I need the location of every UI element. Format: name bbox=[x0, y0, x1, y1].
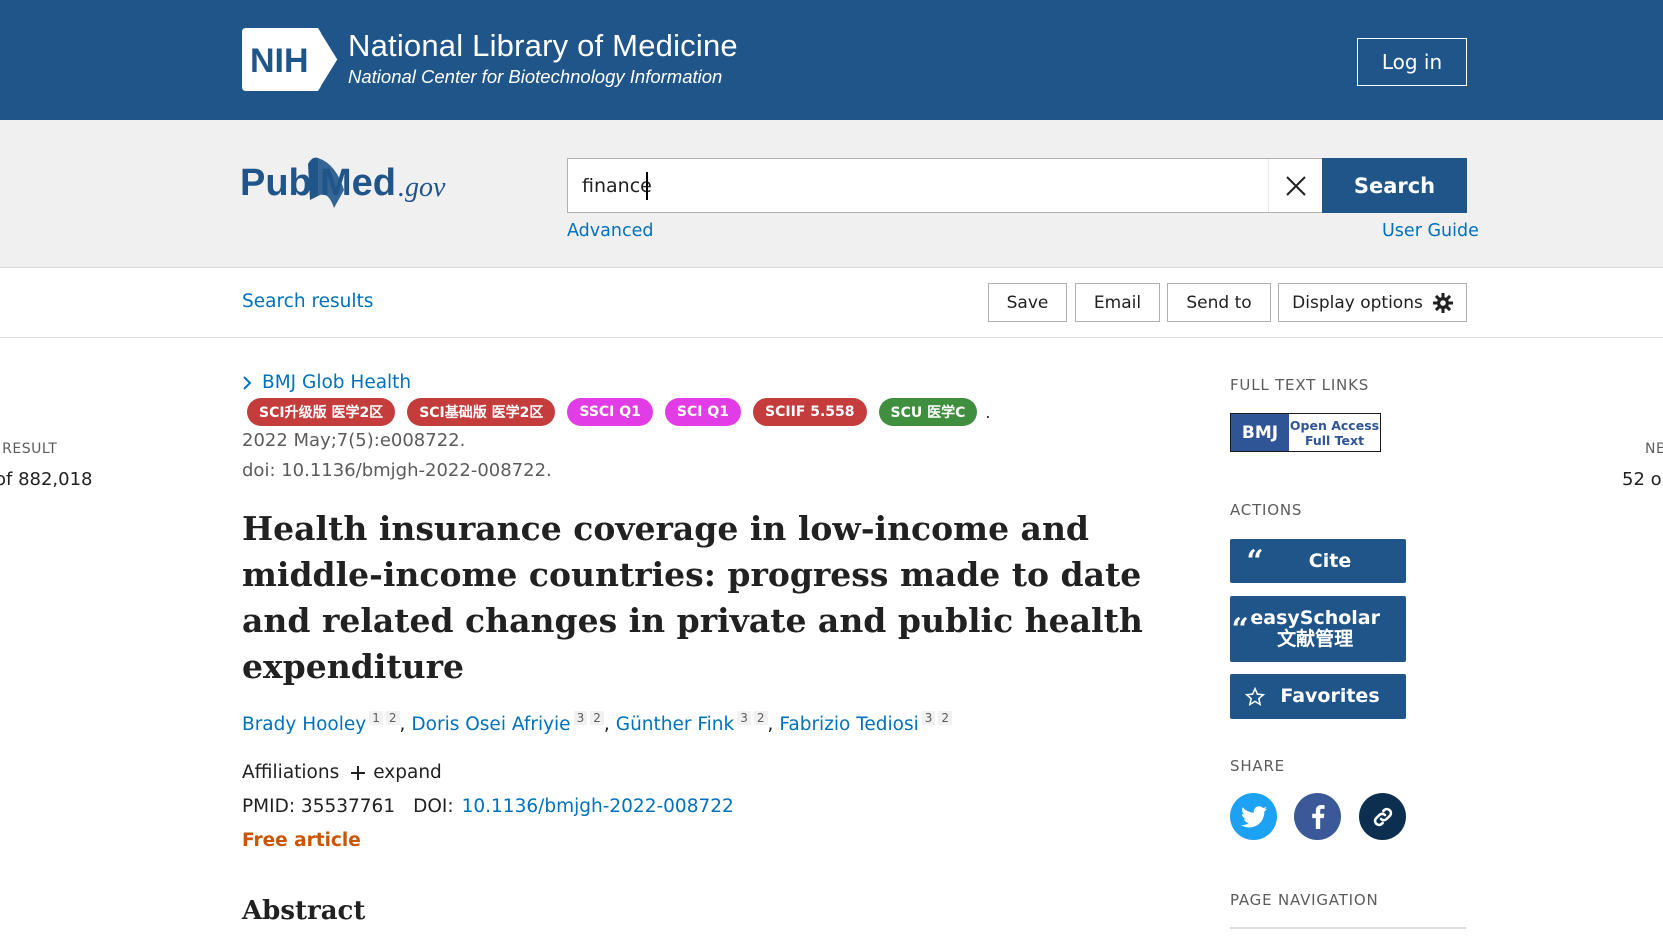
affiliation-ref[interactable]: 2 bbox=[753, 711, 768, 725]
page-navigation-divider bbox=[1230, 927, 1466, 929]
citation-doi: doi: 10.1136/bmjgh-2022-008722. bbox=[242, 460, 552, 481]
display-options-button[interactable]: Display options bbox=[1278, 283, 1467, 322]
affiliations-row: Affiliations expand bbox=[242, 762, 442, 783]
quote-icon: “ bbox=[1231, 611, 1249, 647]
login-button[interactable]: Log in bbox=[1357, 38, 1467, 86]
free-article-label: Free article bbox=[242, 830, 361, 851]
journal-name: BMJ Glob Health bbox=[262, 372, 412, 393]
twitter-share-button[interactable] bbox=[1230, 793, 1277, 840]
affiliation-ref[interactable]: 2 bbox=[938, 711, 953, 725]
send-to-button[interactable]: Send to bbox=[1167, 283, 1271, 322]
citation-text: 2022 May;7(5):e008722. bbox=[242, 430, 466, 451]
author-link[interactable]: Doris Osei Afriyie bbox=[411, 714, 570, 735]
bmj-open-access-text: Open Access bbox=[1289, 417, 1380, 433]
bmj-full-text-link[interactable]: BMJ Open Access Full Text bbox=[1230, 413, 1381, 452]
expand-label: expand bbox=[373, 762, 442, 783]
author-list: Brady Hooley 1 2 , Doris Osei Afriyie 3 … bbox=[242, 711, 953, 735]
badge-trailing-dot: . bbox=[985, 402, 991, 422]
affiliations-label: Affiliations bbox=[242, 762, 340, 783]
share-heading: SHARE bbox=[1230, 757, 1285, 775]
article-title: Health insurance coverage in low-income … bbox=[242, 509, 1143, 686]
nih-header: NIH National Library of Medicine Nationa… bbox=[0, 0, 1663, 120]
cite-button[interactable]: “ Cite bbox=[1230, 539, 1406, 583]
favorites-button[interactable]: Favorites bbox=[1230, 674, 1406, 719]
easyscholar-label: easyScholar 文献管理 bbox=[1250, 608, 1406, 650]
author-link[interactable]: Günther Fink bbox=[616, 714, 735, 735]
affiliation-ref[interactable]: 2 bbox=[385, 711, 400, 725]
easyscholar-line2: 文献管理 bbox=[1277, 628, 1354, 650]
affiliations-expand-button[interactable]: expand bbox=[351, 762, 442, 783]
page-navigation-heading: PAGE NAVIGATION bbox=[1230, 891, 1379, 909]
svg-text:NIH: NIH bbox=[250, 42, 309, 80]
facebook-icon bbox=[1311, 804, 1325, 829]
journal-link[interactable]: BMJ Glob Health bbox=[242, 372, 411, 393]
star-icon bbox=[1230, 686, 1280, 707]
affiliation-ref[interactable]: 3 bbox=[737, 711, 751, 725]
chevron-right-icon bbox=[243, 375, 252, 390]
advanced-search-link[interactable]: Advanced bbox=[567, 221, 653, 241]
badge-sci-basic[interactable]: SCI基础版 医学2区 bbox=[407, 398, 556, 426]
pubmed-logo[interactable]: Pub Med .gov bbox=[240, 150, 470, 220]
twitter-icon bbox=[1240, 805, 1267, 827]
prev-result-label[interactable]: / RESULT bbox=[0, 441, 57, 457]
author-separator: , bbox=[603, 714, 610, 735]
search-button[interactable]: Search bbox=[1322, 158, 1467, 213]
email-button[interactable]: Email bbox=[1075, 283, 1160, 322]
display-options-label: Display options bbox=[1292, 292, 1423, 313]
full-text-links-heading: FULL TEXT LINKS bbox=[1230, 376, 1370, 394]
plus-icon bbox=[351, 765, 366, 780]
badge-sciif[interactable]: SCIIF 5.558 bbox=[753, 398, 867, 426]
user-guide-link[interactable]: User Guide bbox=[1382, 221, 1479, 241]
author-link[interactable]: Brady Hooley bbox=[242, 714, 366, 735]
gear-icon bbox=[1432, 292, 1453, 313]
doi-link[interactable]: 10.1136/bmjgh-2022-008722 bbox=[462, 796, 734, 817]
nih-logo[interactable]: NIH bbox=[242, 28, 340, 91]
easyscholar-line1: easyScholar bbox=[1250, 607, 1380, 629]
permalink-share-button[interactable] bbox=[1359, 793, 1406, 840]
actions-heading: ACTIONS bbox=[1230, 501, 1303, 519]
favorites-label: Favorites bbox=[1280, 685, 1380, 707]
svg-text:Pub: Pub bbox=[240, 162, 312, 204]
save-button[interactable]: Save bbox=[988, 283, 1067, 322]
author-separator: , bbox=[399, 714, 406, 735]
affiliation-ref[interactable]: 2 bbox=[590, 711, 604, 725]
identifiers-row: PMID: 35537761 DOI: 10.1136/bmjgh-2022-0… bbox=[242, 796, 734, 817]
facebook-share-button[interactable] bbox=[1294, 793, 1341, 840]
bmj-logo: BMJ bbox=[1231, 414, 1289, 451]
prev-result-count: of 882,018 bbox=[0, 469, 93, 490]
nih-title: National Library of Medicine bbox=[348, 28, 738, 63]
search-results-link[interactable]: Search results bbox=[242, 291, 373, 312]
pmid: PMID: 35537761 bbox=[242, 796, 396, 817]
journal-badges: SCI升级版 医学2区 SCI基础版 医学2区 SSCI Q1 SCI Q1 S… bbox=[247, 398, 990, 426]
affiliation-ref[interactable]: 1 bbox=[369, 711, 383, 725]
link-icon bbox=[1373, 807, 1392, 826]
bmj-link-text: Open Access Full Text bbox=[1289, 414, 1380, 451]
easyscholar-button[interactable]: “ easyScholar 文献管理 bbox=[1230, 596, 1406, 662]
search-input[interactable] bbox=[582, 159, 1262, 212]
badge-ssci[interactable]: SSCI Q1 bbox=[567, 398, 653, 426]
next-result-label[interactable]: NE bbox=[1645, 441, 1663, 457]
affiliation-ref[interactable]: 3 bbox=[573, 711, 588, 725]
cite-label: Cite bbox=[1308, 549, 1352, 572]
text-caret bbox=[646, 172, 648, 200]
quote-icon: “ bbox=[1246, 543, 1264, 579]
svg-text:Med: Med bbox=[320, 162, 396, 204]
clear-search-button[interactable] bbox=[1268, 159, 1323, 212]
doi-label: DOI: bbox=[413, 796, 454, 817]
badge-sci[interactable]: SCI Q1 bbox=[664, 398, 742, 426]
search-box bbox=[567, 158, 1323, 213]
abstract-heading: Abstract bbox=[242, 896, 366, 926]
author-link[interactable]: Fabrizio Tediosi bbox=[779, 714, 918, 735]
badge-scu[interactable]: SCU 医学C bbox=[878, 398, 978, 426]
svg-text:.gov: .gov bbox=[398, 172, 446, 203]
close-icon bbox=[1286, 175, 1306, 196]
nih-subtitle: National Center for Biotechnology Inform… bbox=[348, 66, 723, 87]
badge-sci-upgrade[interactable]: SCI升级版 医学2区 bbox=[247, 398, 396, 426]
bmj-full-text-text: Full Text bbox=[1304, 432, 1365, 448]
affiliation-ref[interactable]: 3 bbox=[921, 711, 936, 725]
author-separator: , bbox=[767, 714, 774, 735]
next-result-count: 52 o bbox=[1622, 469, 1662, 490]
